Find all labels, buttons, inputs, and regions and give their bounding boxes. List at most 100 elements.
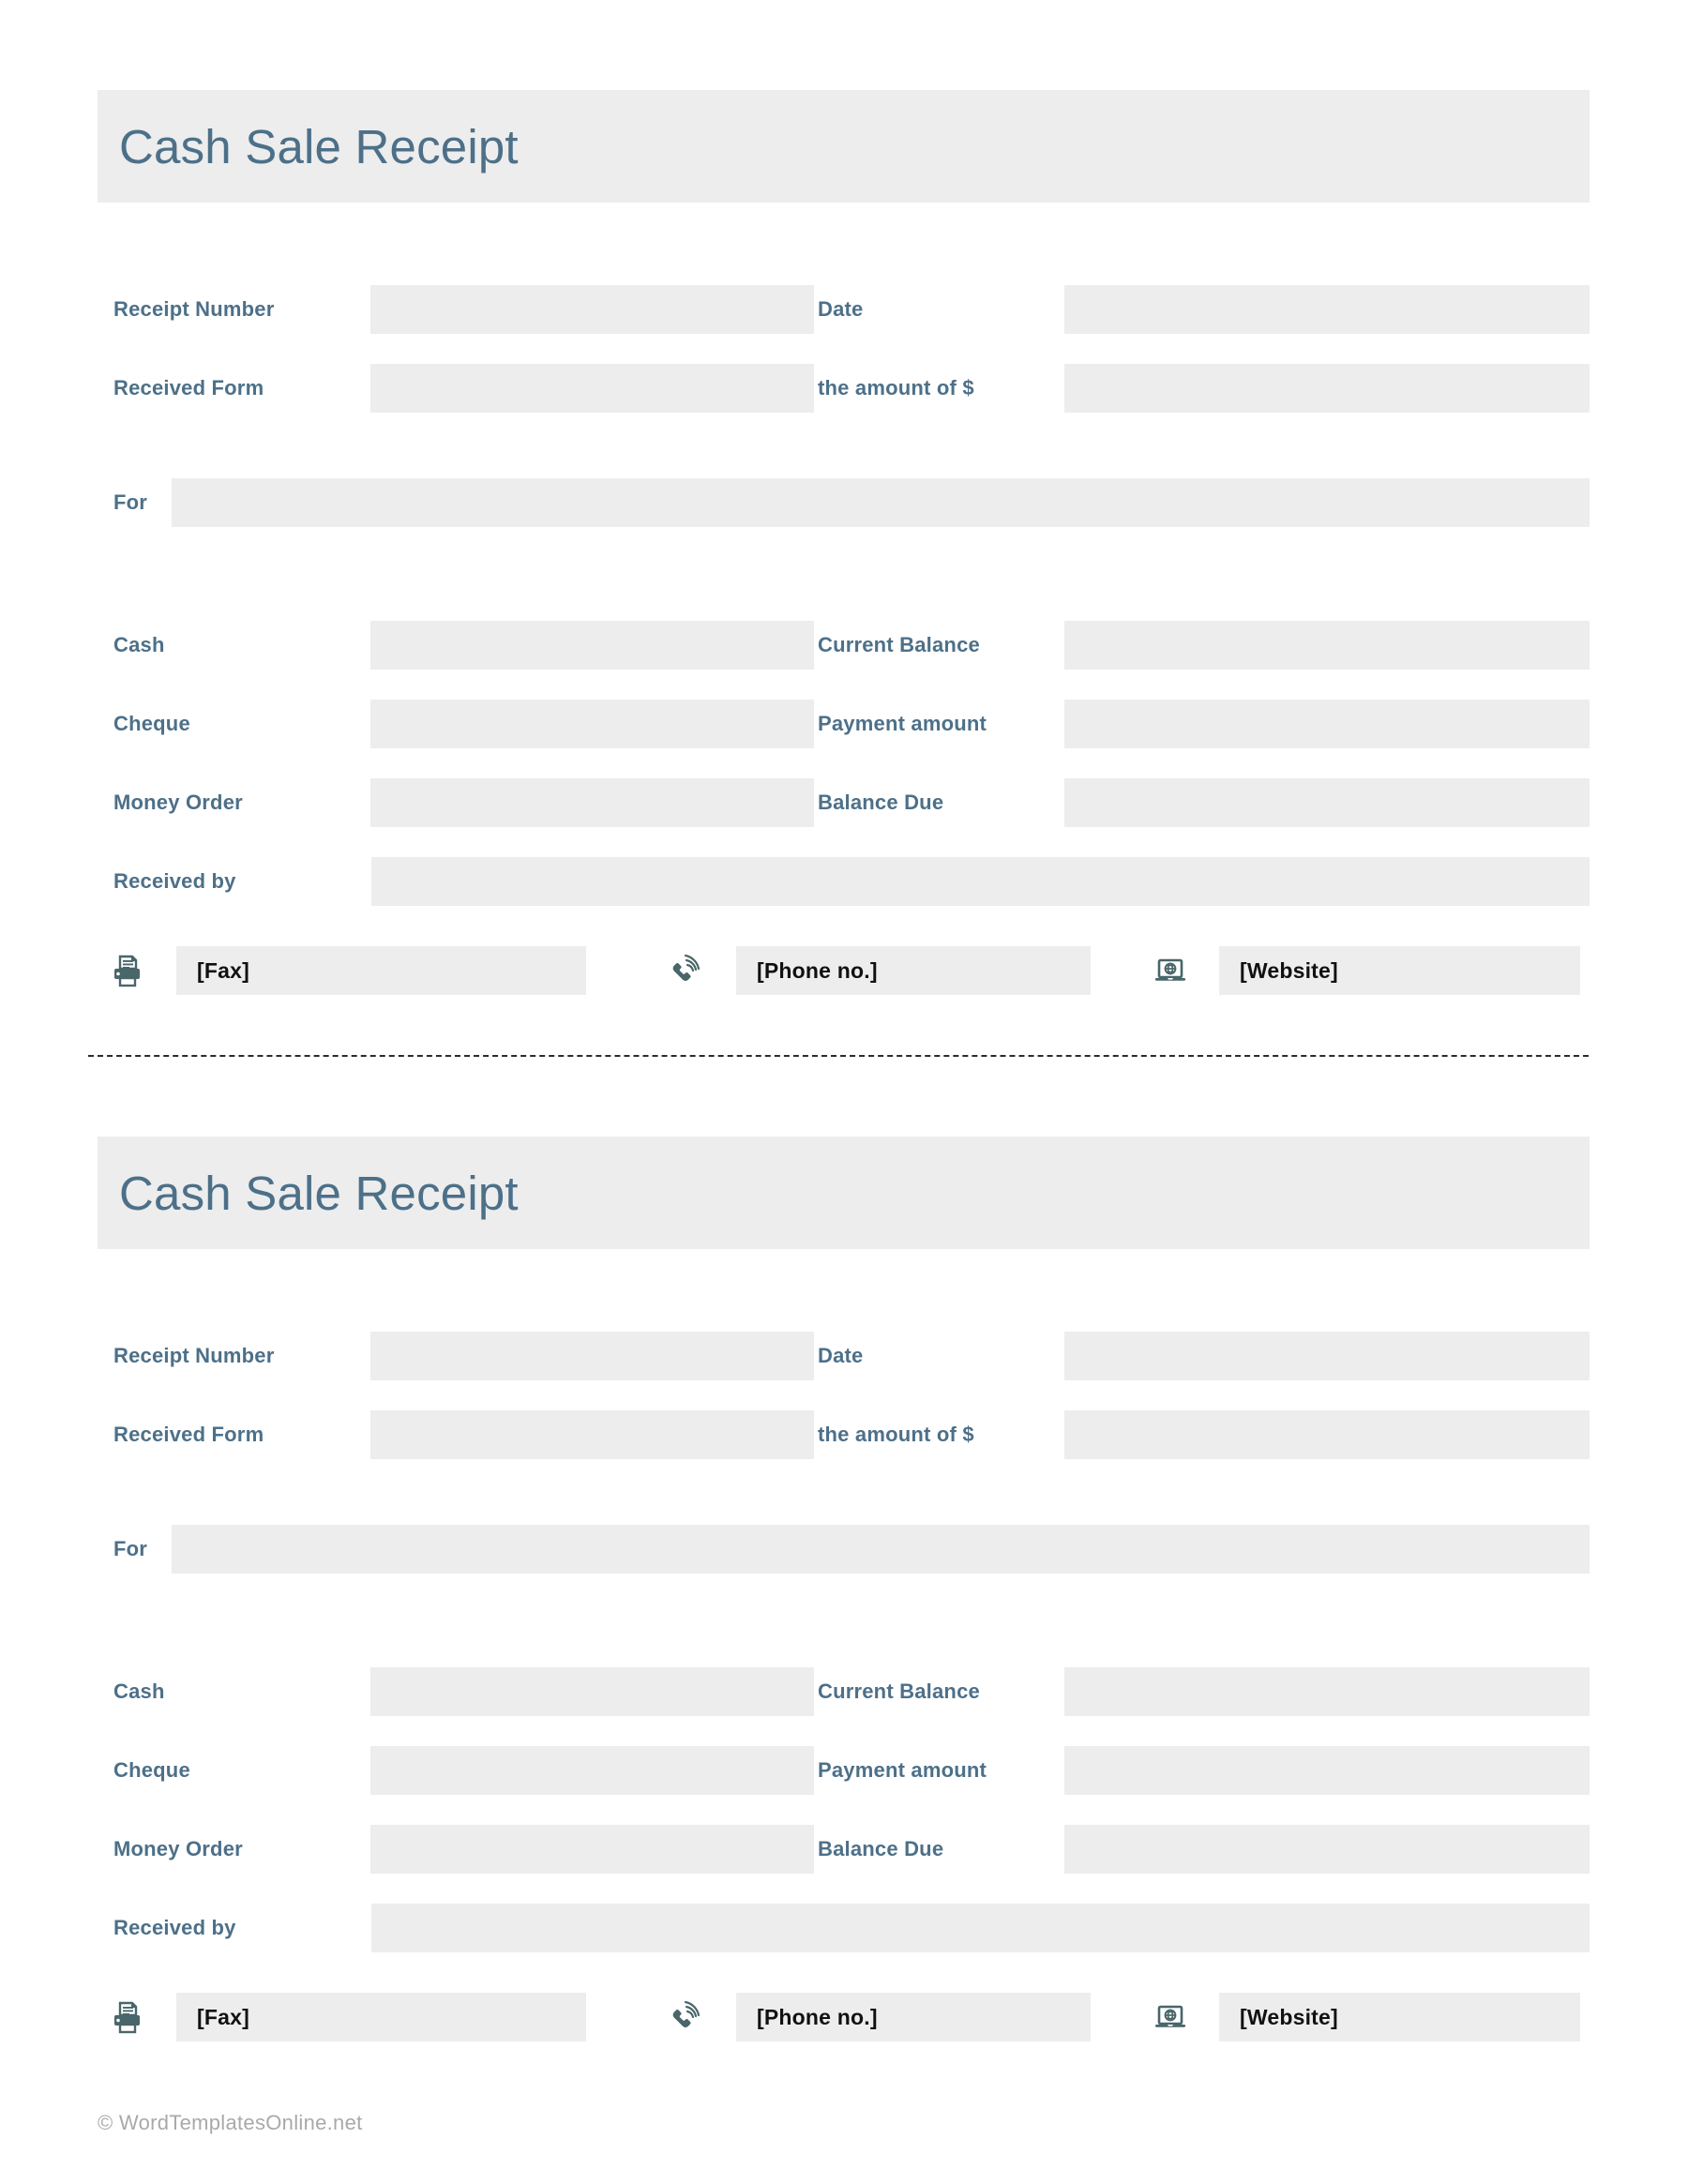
current-balance-label: Current Balance (818, 1679, 980, 1703)
ringing-phone-icon (665, 1996, 706, 2038)
row-received-form: Received Form the amount of $ (98, 364, 1590, 413)
fax-input[interactable]: [Fax] (176, 1993, 586, 2041)
cut-line-divider (88, 1055, 1589, 1057)
cash-input[interactable] (370, 1667, 814, 1716)
current-balance-input[interactable] (1064, 621, 1590, 670)
contact-fax: [Fax] (107, 943, 586, 998)
date-label: Date (818, 1344, 864, 1367)
amount-input[interactable] (1064, 364, 1590, 413)
payment-amount-input[interactable] (1064, 700, 1590, 748)
receipt-number-input[interactable] (370, 285, 814, 334)
for-label: For (113, 490, 148, 514)
row-received-by: Received by (98, 1904, 1590, 1952)
cash-label: Cash (113, 1679, 165, 1703)
amount-input[interactable] (1064, 1410, 1590, 1459)
laptop-globe-icon (1150, 950, 1191, 991)
balance-due-input[interactable] (1064, 1825, 1590, 1874)
receipt-title-banner: Cash Sale Receipt (98, 90, 1590, 203)
contact-fax: [Fax] (107, 1990, 586, 2044)
balance-due-input[interactable] (1064, 778, 1590, 827)
for-input[interactable] (172, 1525, 1590, 1574)
copyright-notice: © WordTemplatesOnline.net (98, 2111, 363, 2134)
received-form-label: Received Form (113, 1423, 264, 1446)
amount-label: the amount of $ (818, 1423, 974, 1446)
row-money-order: Money Order Balance Due (98, 1825, 1590, 1874)
date-label: Date (818, 297, 864, 321)
website-input[interactable]: [Website] (1219, 1993, 1580, 2041)
balance-due-label: Balance Due (818, 1837, 944, 1860)
row-cheque: Cheque Payment amount (98, 700, 1590, 748)
received-form-input[interactable] (370, 364, 814, 413)
row-received-form: Received Form the amount of $ (98, 1410, 1590, 1459)
cash-input[interactable] (370, 621, 814, 670)
fax-printer-icon (107, 950, 148, 991)
money-order-label: Money Order (113, 791, 243, 814)
row-money-order: Money Order Balance Due (98, 778, 1590, 827)
cheque-input[interactable] (370, 700, 814, 748)
row-for: For (98, 478, 1590, 527)
phone-input[interactable]: [Phone no.] (736, 1993, 1091, 2041)
row-for: For (98, 1525, 1590, 1574)
current-balance-input[interactable] (1064, 1667, 1590, 1716)
row-received-by: Received by (98, 857, 1590, 906)
date-input[interactable] (1064, 285, 1590, 334)
receipt-number-label: Receipt Number (113, 297, 275, 321)
page-title: Cash Sale Receipt (119, 1166, 519, 1220)
receipt-number-input[interactable] (370, 1332, 814, 1380)
cash-label: Cash (113, 633, 165, 656)
money-order-input[interactable] (370, 1825, 814, 1874)
cheque-label: Cheque (113, 1758, 190, 1782)
current-balance-label: Current Balance (818, 633, 980, 656)
contact-website: [Website] (1150, 1990, 1580, 2044)
laptop-globe-icon (1150, 1996, 1191, 2038)
for-input[interactable] (172, 478, 1590, 527)
row-cheque: Cheque Payment amount (98, 1746, 1590, 1795)
cheque-input[interactable] (370, 1746, 814, 1795)
received-by-input[interactable] (371, 1904, 1590, 1952)
receipt-title-banner: Cash Sale Receipt (98, 1137, 1590, 1249)
balance-due-label: Balance Due (818, 791, 944, 814)
row-cash: Cash Current Balance (98, 621, 1590, 670)
website-input[interactable]: [Website] (1219, 946, 1580, 995)
receipt-number-label: Receipt Number (113, 1344, 275, 1367)
contact-bar: [Fax] [Phone no.] [Website] (98, 1990, 1590, 2044)
date-input[interactable] (1064, 1332, 1590, 1380)
row-receipt-number: Receipt Number Date (98, 285, 1590, 334)
money-order-input[interactable] (370, 778, 814, 827)
phone-input[interactable]: [Phone no.] (736, 946, 1091, 995)
receipt-block-2: Cash Sale Receipt Receipt Number Date Re… (98, 1137, 1590, 2044)
contact-bar: [Fax] [Phone no.] [Website] (98, 943, 1590, 998)
receipt-block-1: Cash Sale Receipt Receipt Number Date Re… (98, 90, 1590, 998)
row-receipt-number: Receipt Number Date (98, 1332, 1590, 1380)
payment-amount-input[interactable] (1064, 1746, 1590, 1795)
ringing-phone-icon (665, 950, 706, 991)
payment-amount-label: Payment amount (818, 712, 987, 735)
money-order-label: Money Order (113, 1837, 243, 1860)
page-title: Cash Sale Receipt (119, 119, 519, 173)
fax-input[interactable]: [Fax] (176, 946, 586, 995)
received-form-input[interactable] (370, 1410, 814, 1459)
receipt-page: Cash Sale Receipt Receipt Number Date Re… (0, 0, 1688, 2184)
received-by-label: Received by (113, 1916, 236, 1939)
payment-amount-label: Payment amount (818, 1758, 987, 1782)
received-by-input[interactable] (371, 857, 1590, 906)
row-cash: Cash Current Balance (98, 1667, 1590, 1716)
contact-website: [Website] (1150, 943, 1580, 998)
for-label: For (113, 1537, 148, 1560)
received-form-label: Received Form (113, 376, 264, 399)
